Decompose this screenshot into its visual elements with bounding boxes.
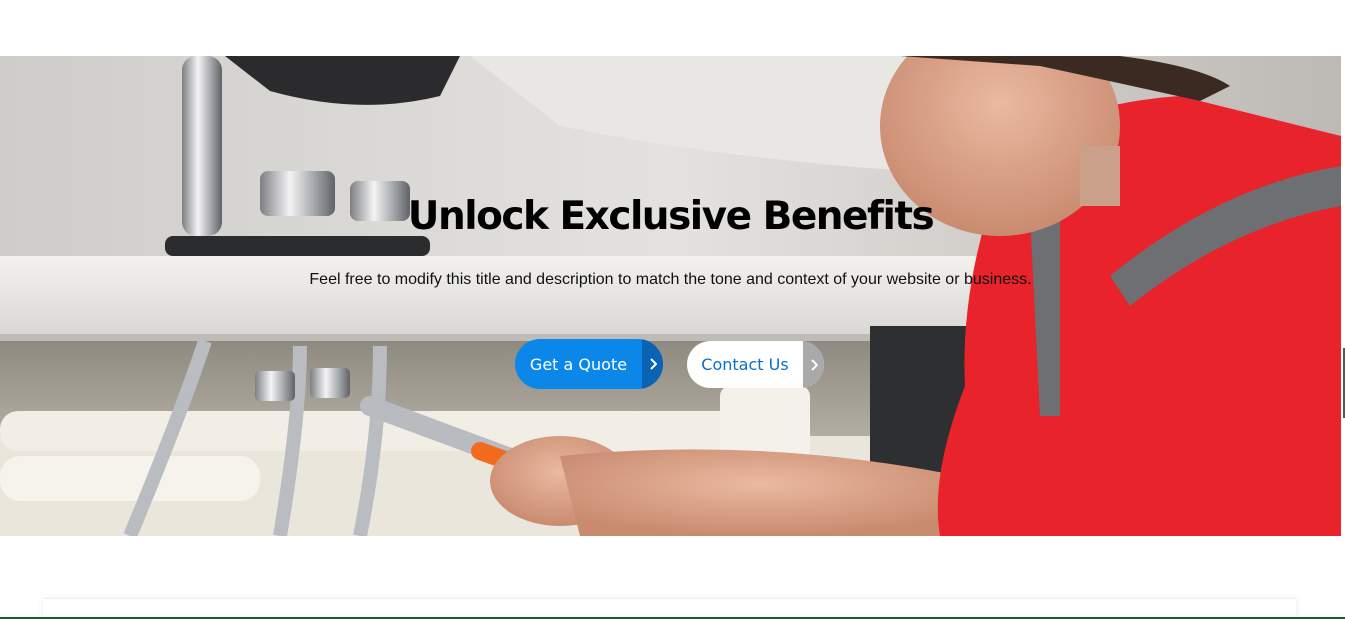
get-a-quote-button[interactable]: Get a Quote (515, 339, 663, 389)
chevron-right-icon (803, 341, 824, 388)
hero-description: Feel free to modify this title and descr… (309, 271, 1032, 288)
hero-content: Unlock Exclusive Benefits Feel free to m… (0, 56, 1341, 536)
get-a-quote-label: Get a Quote (529, 354, 628, 374)
hero-title: Unlock Exclusive Benefits (407, 194, 935, 239)
content-card (43, 598, 1296, 619)
hero-section: Unlock Exclusive Benefits Feel free to m… (0, 56, 1341, 536)
contact-us-button[interactable]: Contact Us (687, 341, 824, 388)
contact-us-label: Contact Us (701, 355, 789, 374)
chevron-right-icon (642, 339, 663, 389)
page: Unlock Exclusive Benefits Feel free to m… (0, 0, 1345, 619)
